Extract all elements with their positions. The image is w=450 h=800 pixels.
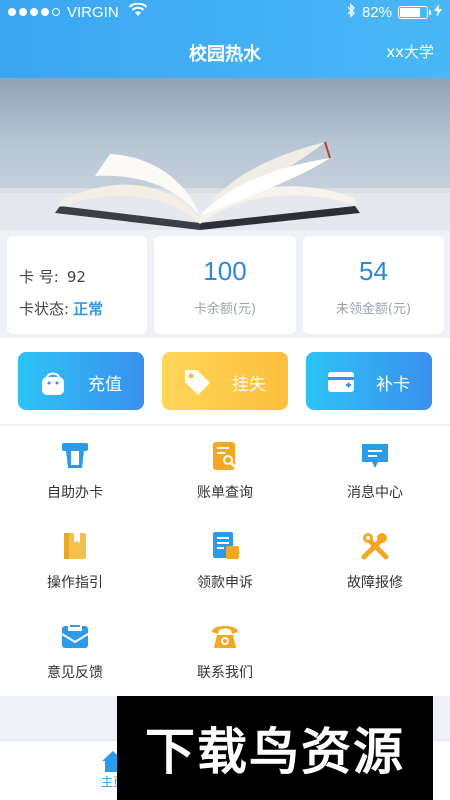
battery-level <box>400 8 420 17</box>
signal-dot <box>19 8 27 16</box>
signal-dot <box>41 8 49 16</box>
grid-item-label: 自助办卡 <box>47 485 103 501</box>
grid-item-label: 操作指引 <box>47 575 103 591</box>
page-title: 校园热水 <box>189 44 261 65</box>
message-icon <box>359 440 391 472</box>
replace-card-button[interactable]: 补卡 <box>306 352 432 410</box>
feedback-mail-icon <box>59 620 91 652</box>
banner-image <box>0 78 450 230</box>
tools-icon <box>359 530 391 562</box>
signal-dot <box>52 8 60 16</box>
grid-item-label: 联系我们 <box>197 665 253 681</box>
service-grid: 自助办卡 账单查询 消息中心 操作指引 领款申诉 故障报修 意见反馈 联系我们 <box>0 426 450 696</box>
recharge-label: 充值 <box>88 375 122 395</box>
card-add-icon <box>326 367 356 402</box>
status-bar: VIRGIN 82% <box>0 0 450 26</box>
unclaimed-amount-panel[interactable]: 54 未领金额(元) <box>303 236 444 334</box>
replace-card-label: 补卡 <box>376 375 410 395</box>
unclaimed-amount-label: 未领金额(元) <box>335 302 412 317</box>
tag-icon <box>182 367 212 402</box>
grid-item-label: 领款申诉 <box>197 575 253 591</box>
card-status-value: 正常 <box>73 300 104 318</box>
card-number-label: 卡 号: <box>19 268 59 286</box>
guide-book-icon <box>59 530 91 562</box>
grid-item-self-service-card[interactable]: 自助办卡 <box>0 426 150 516</box>
card-balance-value: 100 <box>203 256 247 286</box>
open-book-illustration <box>0 141 450 230</box>
grid-item-operation-guide[interactable]: 操作指引 <box>0 516 150 606</box>
wifi-icon <box>128 2 148 21</box>
shopping-bag-icon <box>38 367 68 402</box>
report-loss-button[interactable]: 挂失 <box>162 352 288 410</box>
watermark-overlay: 下载鸟资源 <box>117 696 433 800</box>
card-info-panel: 卡 号: 92 卡状态: 正常 <box>7 236 147 334</box>
battery-icon <box>398 6 431 19</box>
grid-item-label: 故障报修 <box>347 575 403 591</box>
carrier-name: VIRGIN <box>67 3 119 21</box>
signal-dot <box>8 8 16 16</box>
card-status-row: 卡状态: 正常 <box>19 298 103 319</box>
grid-item-contact-us[interactable]: 联系我们 <box>150 606 300 696</box>
grid-item-fault-repair[interactable]: 故障报修 <box>300 516 450 606</box>
charging-icon <box>434 4 442 21</box>
grid-item-claim-appeal[interactable]: 领款申诉 <box>150 516 300 606</box>
grid-item-label: 意见反馈 <box>47 665 103 681</box>
grid-item-label: 消息中心 <box>347 485 403 501</box>
signal-carrier: VIRGIN <box>8 2 148 21</box>
report-loss-label: 挂失 <box>232 375 266 395</box>
status-right: 82% <box>346 3 442 22</box>
unclaimed-amount-value: 54 <box>359 256 388 286</box>
card-balance-panel[interactable]: 100 卡余额(元) <box>154 236 296 334</box>
card-number-row: 卡 号: 92 <box>19 266 86 287</box>
card-status-label: 卡状态: <box>19 300 70 318</box>
grid-item-label: 账单查询 <box>197 485 253 501</box>
grid-item-message-center[interactable]: 消息中心 <box>300 426 450 516</box>
action-bar: 充值 挂失 补卡 <box>0 338 450 424</box>
card-number-value: 92 <box>66 268 86 286</box>
grid-item-feedback[interactable]: 意见反馈 <box>0 606 150 696</box>
card-machine-icon <box>59 440 91 472</box>
signal-dot <box>30 8 38 16</box>
recharge-button[interactable]: 充值 <box>18 352 144 410</box>
telephone-icon <box>209 620 241 652</box>
app-header: VIRGIN 82% 校园热水 xx大学 <box>0 0 450 78</box>
card-info-section: 卡 号: 92 卡状态: 正常 100 卡余额(元) 54 未领金额(元) <box>0 230 450 338</box>
grid-item-bill-query[interactable]: 账单查询 <box>150 426 300 516</box>
bill-search-icon <box>209 440 241 472</box>
card-balance-label: 卡余额(元) <box>193 302 257 317</box>
school-selector[interactable]: xx大学 <box>386 41 434 62</box>
claim-form-icon <box>209 530 241 562</box>
bluetooth-icon <box>346 3 356 22</box>
battery-percent: 82% <box>361 4 392 21</box>
